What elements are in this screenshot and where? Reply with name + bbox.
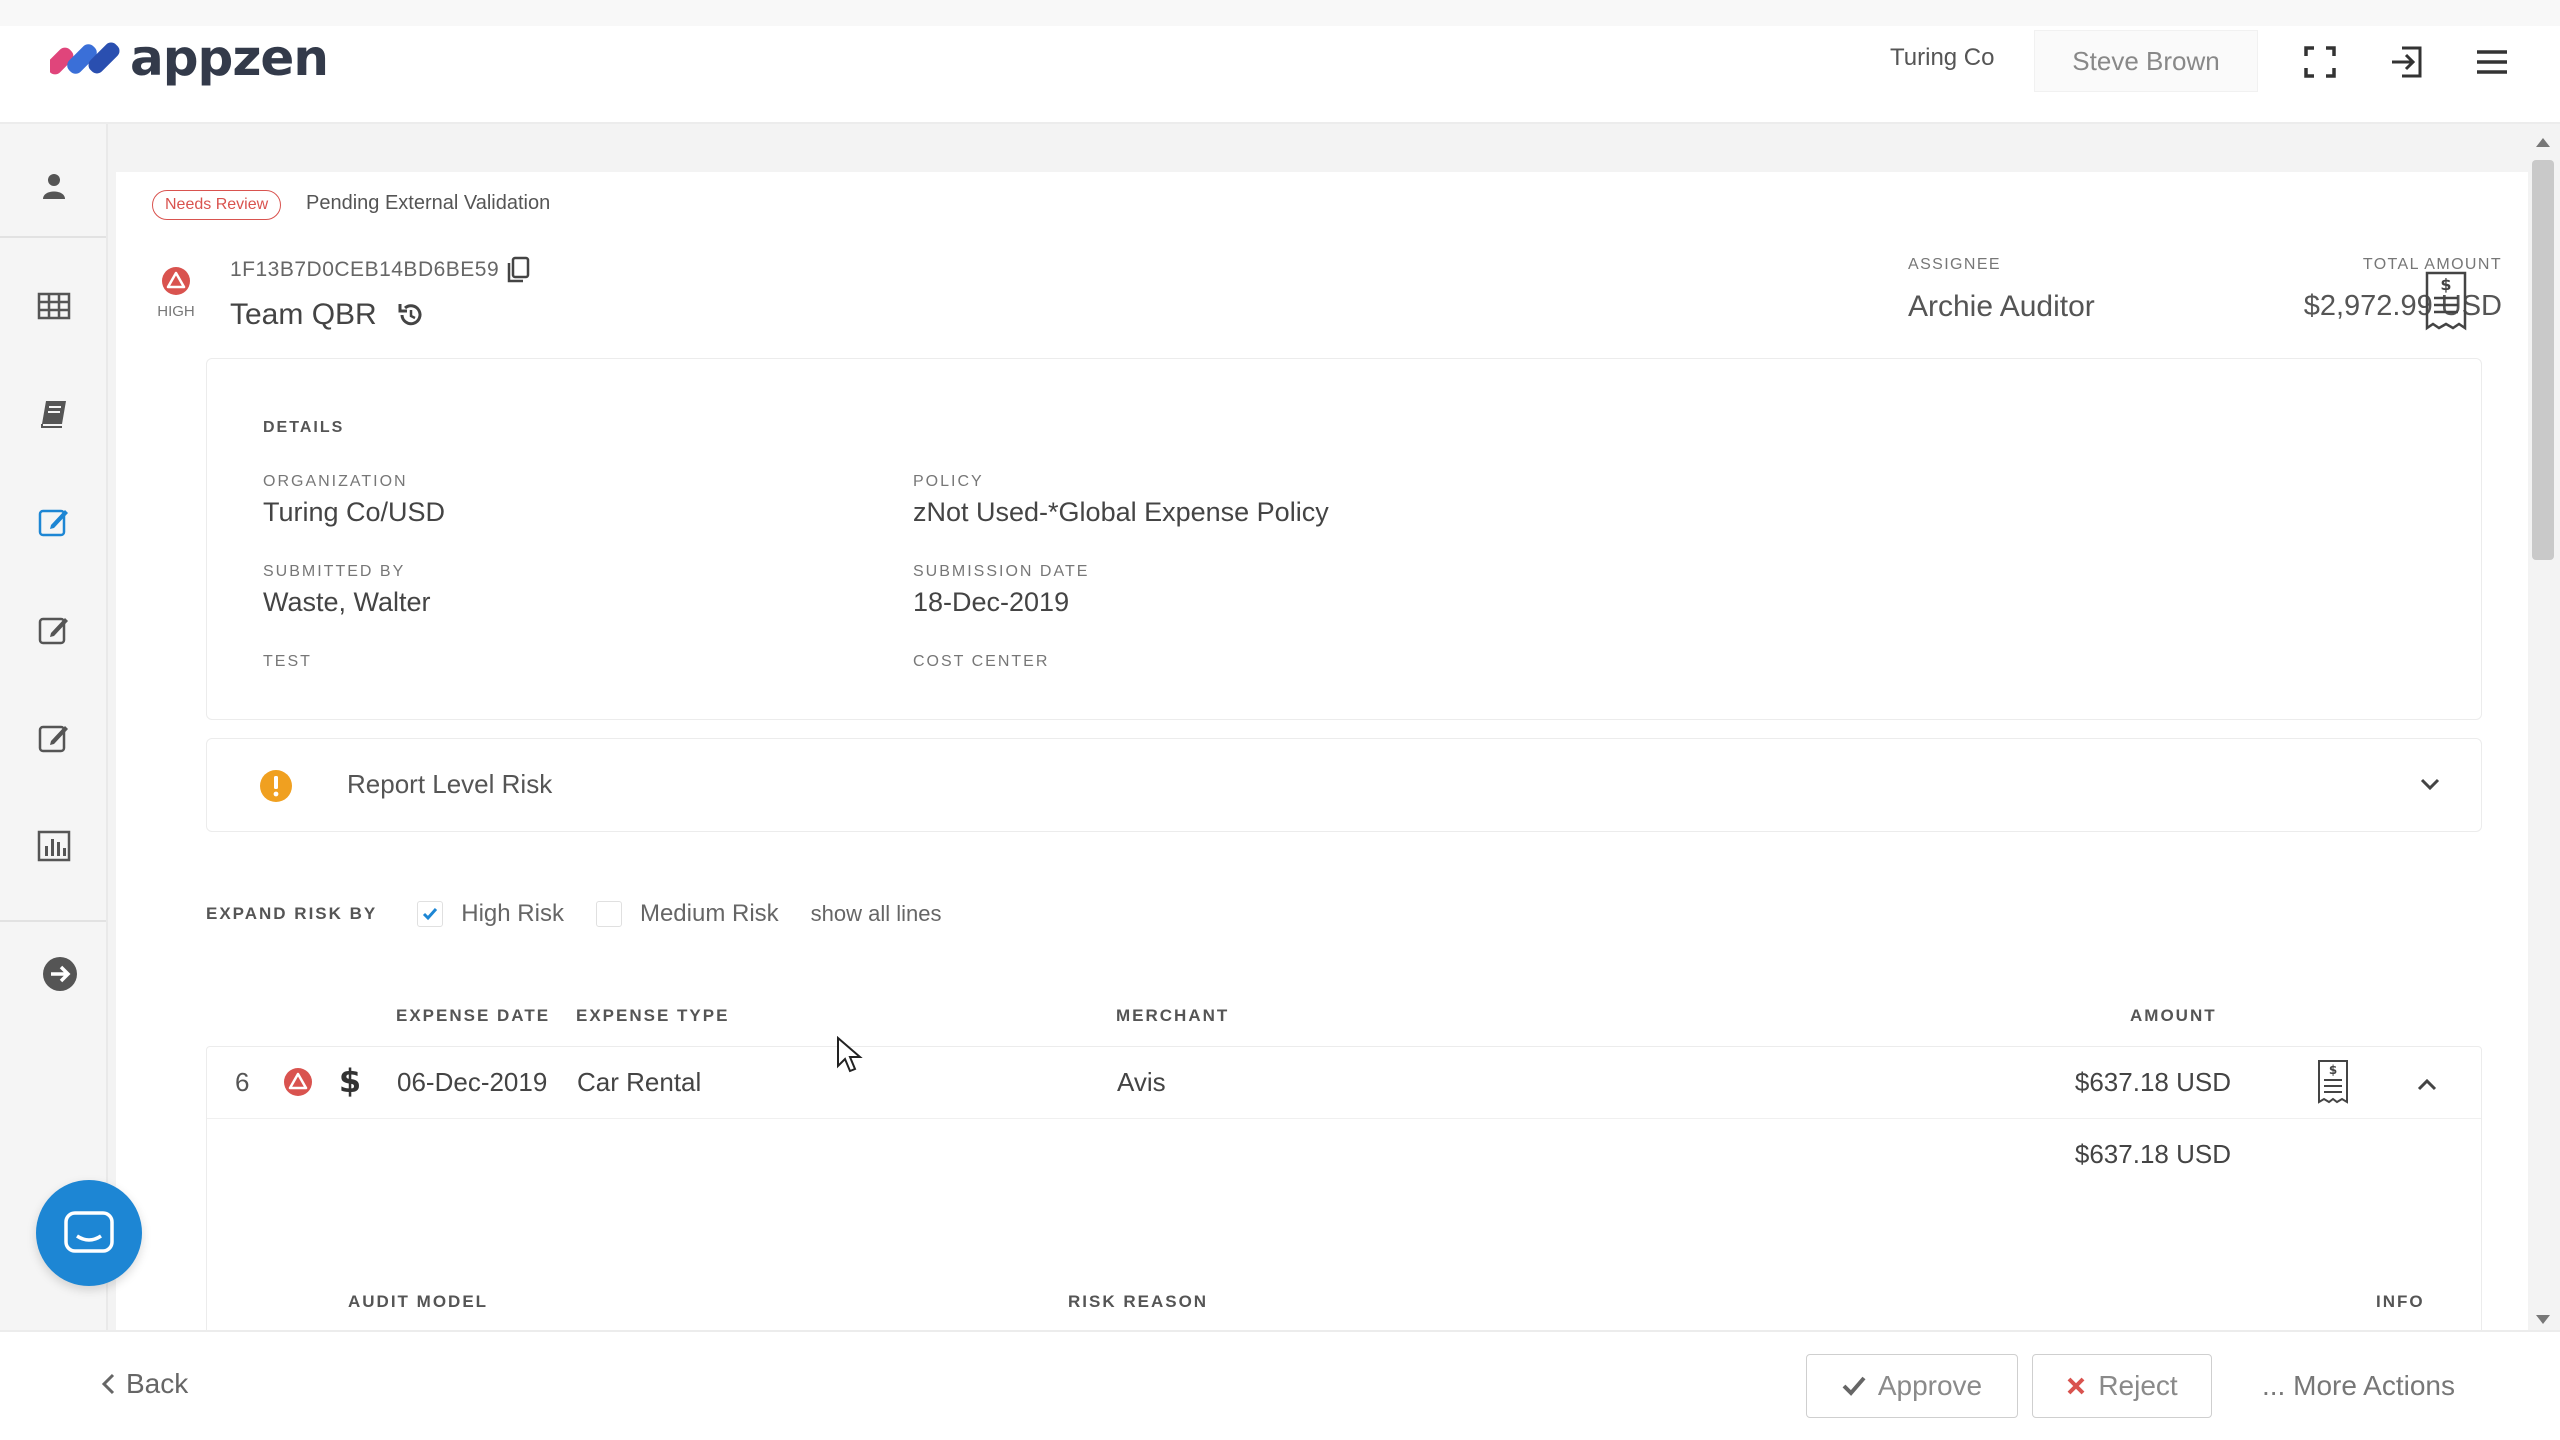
sidebar-separator [0,236,106,238]
appzen-logo-icon [50,42,120,75]
book-icon[interactable] [34,394,74,434]
column-expense-date[interactable]: EXPENSE DATE [396,1006,550,1026]
copy-icon[interactable] [506,256,530,284]
policy-label: POLICY [913,473,984,490]
chat-icon [64,1211,114,1253]
fullscreen-icon[interactable] [2302,44,2338,80]
user-menu-button[interactable]: Steve Brown [2034,30,2258,92]
risk-level: HIGH [154,266,198,320]
menu-icon[interactable] [2474,44,2510,80]
details-title: DETAILS [263,419,345,436]
submission-date-label: SUBMISSION DATE [913,563,1090,580]
chevron-down-icon[interactable] [2417,771,2443,797]
report-title: Team QBR [230,298,377,331]
sidebar [0,124,108,1330]
scroll-down-icon[interactable] [2536,1315,2550,1324]
vertical-scrollbar[interactable] [2530,130,2556,1330]
mouse-cursor-icon [837,1036,863,1073]
report-id: 1F13B7D0CEB14BD6BE59 [230,258,500,281]
column-info: INFO [2376,1292,2425,1311]
bar-chart-icon[interactable] [34,826,74,866]
column-merchant[interactable]: MERCHANT [1116,1006,1229,1026]
dollar-icon: $ [339,1063,361,1099]
organization-label: ORGANIZATION [263,473,408,490]
edit-active-icon[interactable] [34,502,74,542]
arrow-right-circle-icon[interactable] [40,954,80,994]
report-level-risk-panel[interactable]: Report Level Risk [206,738,2482,832]
show-all-lines-link[interactable]: show all lines [811,901,942,927]
sidebar-separator [0,920,106,922]
history-icon[interactable] [396,300,426,330]
line-index: 6 [235,1067,250,1097]
edit-alt-icon[interactable] [34,718,74,758]
high-risk-icon [162,267,190,295]
column-risk-reason: RISK REASON [1068,1292,1209,1311]
details-card: DETAILS ORGANIZATION Turing Co/USD POLIC… [206,358,2482,720]
approve-label: Approve [1877,1370,1983,1401]
organization-value: Turing Co/USD [263,497,446,527]
column-audit-model: AUDIT MODEL [348,1292,489,1311]
submitted-by-value: Waste, Walter [263,587,431,617]
header-strip [0,0,2560,26]
expense-amount: $637.18 USD [2074,1067,2231,1097]
chevron-left-icon [101,1373,115,1395]
risk-level-label: HIGH [157,303,195,320]
test-label: TEST [263,653,312,670]
high-risk-label[interactable]: High Risk [461,900,564,928]
reject-label: Reject [2098,1370,2178,1401]
back-button[interactable]: Back [100,1368,188,1400]
assignee-value[interactable]: Archie Auditor [1908,290,2095,324]
medium-risk-checkbox[interactable] [595,901,622,927]
policy-value: zNot Used-*Global Expense Policy [913,497,1329,527]
submission-date-value: 18-Dec-2019 [913,587,1070,617]
chat-launcher-button[interactable] [36,1180,142,1286]
logout-icon[interactable] [2388,44,2424,80]
receipt-icon[interactable]: $ [2424,270,2468,332]
table-icon[interactable] [34,286,74,326]
assignee-label: ASSIGNEE [1908,256,2002,273]
expand-risk-filter: EXPAND RISK BY High Risk Medium Risk sho… [206,894,942,934]
back-label: Back [126,1368,189,1399]
column-expense-type[interactable]: EXPENSE TYPE [576,1006,729,1026]
scroll-thumb[interactable] [2532,160,2554,560]
edit-icon[interactable] [34,610,74,650]
table-row[interactable]: 6 $ 06-Dec-2019 Car Rental Avis $637.18 … [207,1047,2481,1119]
expense-date: 06-Dec-2019 [397,1067,548,1097]
app-logo[interactable]: appzen [50,28,329,88]
status-text: Pending External Validation [306,192,551,214]
top-header: appzen Turing Co Steve Brown [0,0,2560,124]
user-icon[interactable] [34,166,74,206]
receipt-icon[interactable]: $ [2317,1059,2349,1105]
column-amount[interactable]: AMOUNT [2130,1006,2217,1026]
expense-line-card: 6 $ 06-Dec-2019 Car Rental Avis $637.18 … [206,1046,2482,1330]
close-icon [2067,1377,2085,1395]
scroll-up-icon[interactable] [2536,138,2550,147]
warning-icon [260,770,292,802]
svg-text:$: $ [2329,1063,2337,1077]
expand-risk-label: EXPAND RISK BY [206,904,378,923]
approve-button[interactable]: Approve [1806,1354,2018,1418]
svg-text:$: $ [2440,275,2451,294]
checkmark-icon [423,908,438,921]
line-subtotal: $637.18 USD [2074,1139,2231,1169]
svg-text:$: $ [339,1063,361,1099]
high-risk-checkbox[interactable] [417,901,444,927]
expense-type: Car Rental [577,1067,702,1097]
cost-center-label: COST CENTER [913,653,1050,670]
organization-name[interactable]: Turing Co [1890,44,1994,72]
report-panel: Needs Review Pending External Validation… [116,172,2528,1330]
merchant: Avis [1117,1067,1166,1097]
status-badge: Needs Review [152,190,282,220]
medium-risk-label[interactable]: Medium Risk [640,900,779,928]
reject-button[interactable]: Reject [2032,1354,2212,1418]
high-risk-icon [284,1068,312,1096]
report-level-risk-title: Report Level Risk [347,769,553,799]
action-footer: Back Approve Reject ... More Actions [0,1330,2560,1440]
logo-wordmark: appzen [130,29,329,87]
submitted-by-label: SUBMITTED BY [263,563,406,580]
check-icon [1842,1376,1866,1396]
chevron-up-icon[interactable] [2415,1073,2439,1097]
more-actions-button[interactable]: ... More Actions [2262,1370,2455,1402]
